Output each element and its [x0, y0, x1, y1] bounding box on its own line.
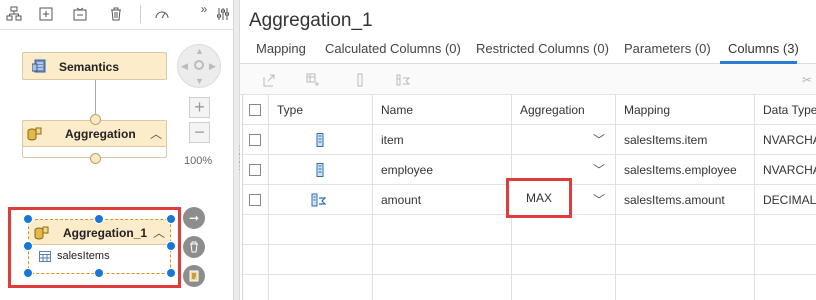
- selection-handle[interactable]: [23, 241, 33, 251]
- hierarchy-icon[interactable]: [6, 6, 22, 22]
- column-header-type[interactable]: Type: [269, 95, 373, 125]
- delete-icon[interactable]: [183, 236, 205, 258]
- page-title: Aggregation_1: [249, 10, 373, 31]
- aggregation-value-max: MAX: [526, 191, 553, 205]
- mapping-cell: salesItems.employee: [616, 155, 755, 185]
- chevron-down-icon[interactable]: ﹀: [593, 125, 605, 155]
- column-header-data-type[interactable]: Data Type: [755, 95, 816, 125]
- chevron-down-icon[interactable]: ﹀: [593, 185, 605, 215]
- aggregation-top-port[interactable]: [90, 114, 101, 125]
- chevron-up-icon[interactable]: ︿: [153, 224, 165, 241]
- select-all-checkbox[interactable]: [249, 104, 261, 116]
- semantics-node-label: Semantics: [59, 60, 120, 74]
- tab-columns[interactable]: Columns (3): [728, 41, 799, 56]
- empty-row: [243, 275, 816, 300]
- data-type-cell: DECIMAL(1: [763, 193, 816, 207]
- overflow-icon[interactable]: »: [196, 1, 212, 17]
- selection-handle[interactable]: [23, 268, 33, 278]
- zoom-level: 100%: [184, 155, 213, 167]
- row-checkbox[interactable]: [249, 194, 261, 206]
- select-all-cell: [243, 95, 269, 125]
- semantics-icon: [32, 59, 46, 73]
- zoom-in-button[interactable]: +: [189, 97, 210, 118]
- attribute-icon[interactable]: [353, 73, 367, 87]
- table-header: Type Name Aggregation Mapping Data Type: [243, 95, 816, 125]
- measure-icon[interactable]: [396, 73, 411, 87]
- name-cell[interactable]: amount: [373, 185, 512, 215]
- row-select-cell: [243, 155, 269, 185]
- tab-parameters[interactable]: Parameters (0): [624, 41, 711, 56]
- row-select-cell: [243, 125, 269, 155]
- selection-handle[interactable]: [166, 241, 176, 251]
- splitter-grip-icon[interactable]: ⋮⋮⋮: [235, 146, 245, 187]
- cut-icon[interactable]: ✂: [800, 73, 814, 87]
- propagate-icon[interactable]: [306, 73, 320, 87]
- canvas-panel: » Semantics Aggregation ︿ ▲ ▼ ◀ ▶ + − 10…: [0, 0, 233, 300]
- tab-restricted-columns[interactable]: Restricted Columns (0): [476, 41, 609, 56]
- type-cell: [269, 155, 373, 185]
- column-header-name[interactable]: Name: [373, 95, 512, 125]
- navigation-pad[interactable]: ▲ ▼ ◀ ▶: [177, 44, 221, 88]
- aggregation-icon: [27, 127, 42, 141]
- table-icon: [39, 251, 51, 262]
- center-icon[interactable]: [194, 60, 204, 70]
- selection-handle[interactable]: [166, 268, 176, 278]
- toolbar-separator: [140, 5, 141, 23]
- add-node-icon[interactable]: [38, 6, 54, 22]
- pan-up-icon[interactable]: ▲: [195, 46, 204, 56]
- input-source-label: salesItems: [57, 250, 110, 262]
- aggregation-1-node-label: Aggregation_1: [63, 226, 148, 240]
- aggregation-node-label: Aggregation: [65, 127, 136, 141]
- type-cell: [269, 185, 373, 215]
- aggregation-1-node[interactable]: Aggregation_1 ︿ salesItems: [28, 219, 171, 274]
- row-checkbox[interactable]: [249, 164, 261, 176]
- chevron-down-icon[interactable]: ﹀: [593, 155, 605, 185]
- selection-handle[interactable]: [166, 214, 176, 224]
- row-select-cell: [243, 185, 269, 215]
- mapping-cell: salesItems.amount: [616, 185, 755, 215]
- attribute-icon: [316, 163, 324, 177]
- row-checkbox[interactable]: [249, 134, 261, 146]
- settings-icon[interactable]: [215, 6, 231, 22]
- zoom-out-button[interactable]: −: [189, 122, 210, 143]
- tab-bar: Mapping Calculated Columns (0) Restricte…: [240, 36, 816, 64]
- name-cell[interactable]: item: [373, 125, 512, 155]
- selection-handle[interactable]: [94, 214, 104, 224]
- semantics-node[interactable]: Semantics: [22, 52, 167, 80]
- delete-icon[interactable]: [108, 6, 124, 22]
- toolbar-divider: [0, 29, 233, 30]
- empty-row: [243, 215, 816, 245]
- pan-down-icon[interactable]: ▼: [195, 76, 204, 86]
- aggregation-cell[interactable]: ﹀: [512, 125, 616, 155]
- mapping-cell: salesItems.item: [616, 125, 755, 155]
- remove-node-icon[interactable]: [72, 6, 88, 22]
- pan-right-icon[interactable]: ▶: [209, 61, 216, 72]
- data-type-cell: NVARCHAR: [763, 133, 816, 147]
- column-header-mapping[interactable]: Mapping: [616, 95, 755, 125]
- tab-mapping[interactable]: Mapping: [256, 41, 306, 56]
- column-header-aggregation[interactable]: Aggregation: [512, 95, 616, 125]
- details-panel: Aggregation_1 Mapping Calculated Columns…: [240, 0, 816, 300]
- table-row[interactable]: item ﹀ salesItems.item NVARCHAR: [243, 125, 816, 155]
- panel-splitter[interactable]: ⋮⋮⋮: [233, 0, 245, 300]
- selection-handle[interactable]: [94, 268, 104, 278]
- notes-icon[interactable]: [183, 265, 205, 287]
- type-cell: [269, 125, 373, 155]
- columns-toolbar: ✂: [240, 64, 816, 95]
- connect-icon[interactable]: ➞: [183, 207, 205, 229]
- chevron-up-icon[interactable]: ︿: [150, 125, 162, 142]
- performance-icon[interactable]: [154, 6, 170, 22]
- aggregation-highlight[interactable]: MAX: [506, 178, 572, 218]
- pan-left-icon[interactable]: ◀: [181, 61, 188, 72]
- attribute-icon: [316, 133, 324, 147]
- export-icon[interactable]: [262, 73, 276, 87]
- measure-icon: [311, 193, 327, 207]
- empty-row: [243, 245, 816, 275]
- aggregation-port[interactable]: [90, 153, 101, 164]
- selection-handle[interactable]: [23, 214, 33, 224]
- aggregation-icon: [34, 226, 49, 240]
- name-cell[interactable]: employee: [373, 155, 512, 185]
- data-type-cell: NVARCHAR: [763, 163, 816, 177]
- tab-calculated-columns[interactable]: Calculated Columns (0): [325, 41, 461, 56]
